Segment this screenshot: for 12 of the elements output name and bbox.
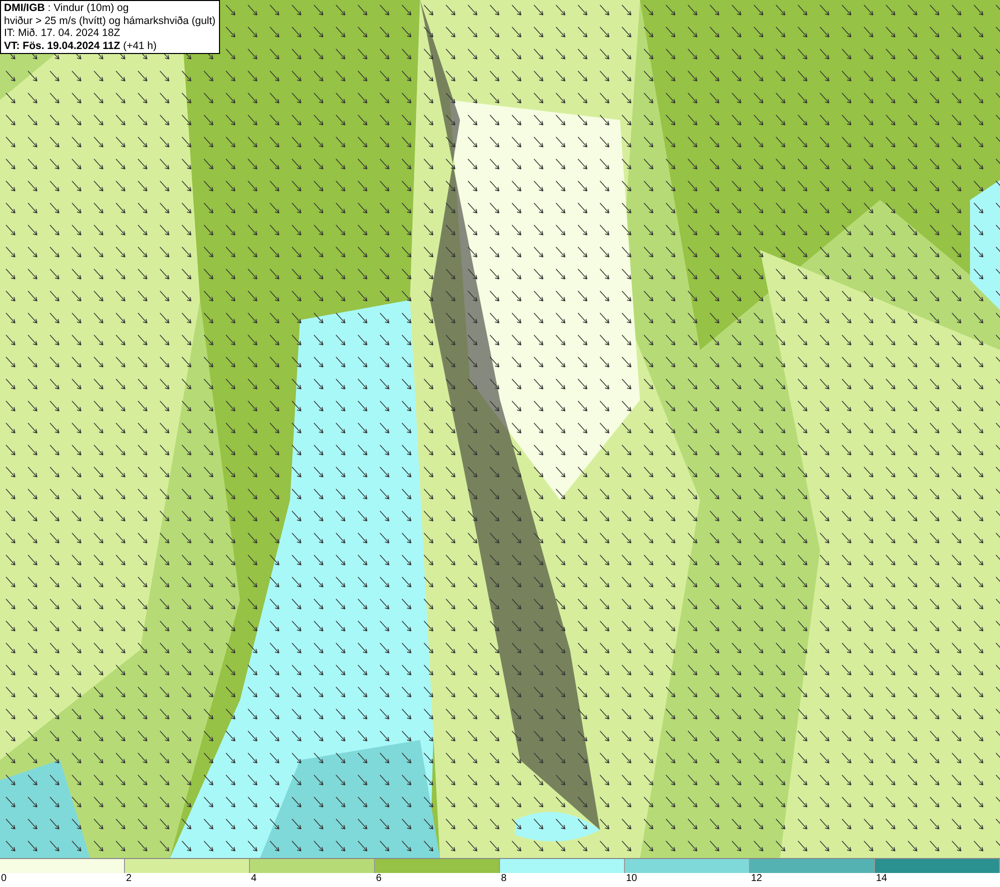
legend-tick-label: 14 bbox=[875, 873, 888, 884]
title-line: hviður > 25 m/s (hvítt) og hámarkshviða (gult) bbox=[4, 14, 216, 27]
legend-tick-label: 10 bbox=[625, 873, 638, 884]
legend-tick-label: 8 bbox=[500, 873, 507, 884]
title-line: DMI/IGB : Vindur (10m) og bbox=[4, 2, 130, 14]
legend-tick-label: 0 bbox=[0, 873, 7, 884]
title-line: IT: Mið. 17. 04. 2024 18Z bbox=[4, 27, 122, 40]
legend-tick-label: 4 bbox=[250, 873, 257, 884]
legend-tick-label: 6 bbox=[375, 873, 382, 884]
title-line: VT: Fös. 19.04.2024 11Z (+41 h) bbox=[4, 40, 158, 52]
legend-tick-label: 2 bbox=[125, 873, 132, 884]
legend-tick-label: 12 bbox=[750, 873, 762, 884]
